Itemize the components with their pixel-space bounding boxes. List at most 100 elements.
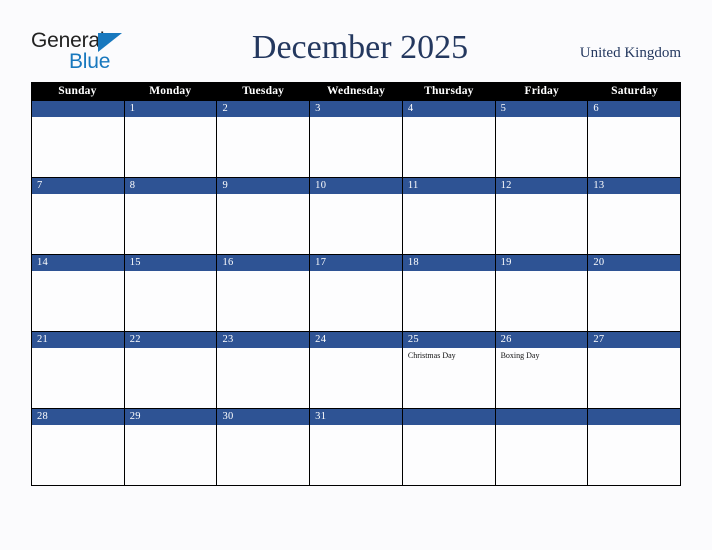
- calendar-day-cell-7[interactable]: 7: [32, 178, 125, 254]
- calendar-day-cell-17[interactable]: 17: [310, 255, 403, 331]
- date-bar: 10: [310, 178, 402, 194]
- weekday-header-monday: Monday: [149, 85, 192, 97]
- calendar-day-cell-8[interactable]: 8: [124, 178, 218, 254]
- calendar-week-row: 1 2 3 4 5 6: [31, 101, 682, 178]
- calendar-day-cell-empty[interactable]: [495, 409, 589, 485]
- date-number: 25: [407, 334, 419, 345]
- calendar-day-cell-3[interactable]: 3: [310, 101, 403, 177]
- date-number: 31: [315, 411, 327, 422]
- calendar-day-cell-20[interactable]: 20: [588, 255, 682, 331]
- calendar-day-cell-11[interactable]: 11: [402, 178, 496, 254]
- date-bar: 8: [124, 178, 217, 194]
- calendar-day-cell-31[interactable]: 31: [310, 409, 403, 485]
- calendar-day-cell-13[interactable]: 13: [588, 178, 682, 254]
- date-bar: 5: [495, 101, 588, 117]
- calendar-day-cell-12[interactable]: 12: [495, 178, 589, 254]
- date-bar: 19: [495, 255, 588, 271]
- date-number: 21: [37, 334, 49, 345]
- date-number: 26: [500, 334, 512, 345]
- calendar-day-cell-empty[interactable]: [402, 409, 496, 485]
- calendar-day-cell-22[interactable]: 22: [124, 332, 218, 408]
- date-bar: 21: [32, 332, 124, 348]
- date-bar: 24: [310, 332, 402, 348]
- date-bar: 17: [310, 255, 402, 271]
- date-bar: [588, 409, 681, 425]
- date-bar: 1: [124, 101, 217, 117]
- date-bar: [495, 409, 588, 425]
- calendar-day-cell-23[interactable]: 23: [217, 332, 311, 408]
- event-list: Christmas Day: [403, 348, 495, 361]
- calendar-day-cell-16[interactable]: 16: [217, 255, 311, 331]
- date-number: 28: [37, 411, 49, 422]
- calendar-day-cell-empty[interactable]: [32, 101, 125, 177]
- calendar-day-cell-15[interactable]: 15: [124, 255, 218, 331]
- date-bar: 20: [588, 255, 681, 271]
- calendar-day-cell-6[interactable]: 6: [588, 101, 682, 177]
- date-bar: 11: [402, 178, 495, 194]
- date-number: 7: [37, 180, 43, 191]
- weekday-header-thursday: Thursday: [424, 85, 474, 97]
- calendar-day-cell-14[interactable]: 14: [32, 255, 125, 331]
- calendar-week-row: 14 15 16 17 18 19 20: [31, 255, 682, 332]
- general-blue-logo[interactable]: General Blue: [31, 30, 151, 74]
- date-bar: 12: [495, 178, 588, 194]
- calendar-day-cell-10[interactable]: 10: [310, 178, 403, 254]
- calendar-day-cell-5[interactable]: 5: [495, 101, 589, 177]
- date-number: 19: [500, 257, 512, 268]
- date-number: 11: [407, 180, 419, 191]
- calendar-day-cell-26[interactable]: 26 Boxing Day: [495, 332, 589, 408]
- date-bar: 25: [402, 332, 495, 348]
- date-bar: [402, 409, 495, 425]
- date-number: 29: [129, 411, 141, 422]
- calendar-day-cell-27[interactable]: 27: [588, 332, 682, 408]
- date-bar: 7: [32, 178, 124, 194]
- date-number: 17: [315, 257, 327, 268]
- calendar-day-cell-4[interactable]: 4: [402, 101, 496, 177]
- page-header: General Blue December 2025 United Kingdo…: [0, 0, 712, 82]
- date-bar: 13: [588, 178, 681, 194]
- calendar-day-cell-24[interactable]: 24: [310, 332, 403, 408]
- date-bar: 15: [124, 255, 217, 271]
- date-bar: 27: [588, 332, 681, 348]
- weekday-header-friday: Friday: [524, 85, 559, 97]
- weekday-header-wednesday: Wednesday: [326, 85, 386, 97]
- calendar-day-cell-19[interactable]: 19: [495, 255, 589, 331]
- date-number: 22: [129, 334, 141, 345]
- date-number: 1: [129, 103, 136, 114]
- calendar-day-cell-empty[interactable]: [588, 409, 682, 485]
- date-bar: 29: [124, 409, 217, 425]
- calendar-day-cell-28[interactable]: 28: [32, 409, 125, 485]
- country-label: United Kingdom: [579, 45, 681, 61]
- weekday-header-saturday: Saturday: [611, 85, 659, 97]
- date-number: 24: [315, 334, 327, 345]
- logo-text-general: General: [31, 29, 105, 52]
- calendar-grid: Sunday Monday Tuesday Wednesday Thursday Frid…: [31, 82, 682, 486]
- holiday-label: Boxing Day: [500, 351, 540, 360]
- date-bar: 3: [310, 101, 402, 117]
- date-number: 20: [593, 257, 605, 268]
- date-bar: 14: [32, 255, 124, 271]
- calendar-day-cell-30[interactable]: 30: [217, 409, 311, 485]
- calendar-day-cell-25[interactable]: 25 Christmas Day: [402, 332, 496, 408]
- calendar-day-cell-29[interactable]: 29: [124, 409, 218, 485]
- date-number: 30: [222, 411, 234, 422]
- date-number: 14: [37, 257, 49, 268]
- weekday-header-sunday: Sunday: [58, 85, 97, 97]
- date-bar: 26: [495, 332, 588, 348]
- calendar-page: General Blue December 2025 United Kingdo…: [0, 0, 712, 550]
- calendar-day-cell-9[interactable]: 9: [217, 178, 311, 254]
- calendar-week-row: 28 29 30 31: [31, 409, 682, 486]
- date-bar: 30: [217, 409, 310, 425]
- date-number: 18: [407, 257, 419, 268]
- date-bar: 22: [124, 332, 217, 348]
- calendar-day-cell-21[interactable]: 21: [32, 332, 125, 408]
- calendar-day-cell-18[interactable]: 18: [402, 255, 496, 331]
- calendar-day-cell-2[interactable]: 2: [217, 101, 311, 177]
- date-number: 5: [500, 103, 507, 114]
- date-bar: 28: [32, 409, 124, 425]
- date-number: 2: [222, 103, 228, 114]
- date-bar: 6: [588, 101, 681, 117]
- calendar-day-cell-1[interactable]: 1: [124, 101, 218, 177]
- weekday-header-row: Sunday Monday Tuesday Wednesday Thursday Frid…: [31, 82, 681, 101]
- date-number: 3: [315, 103, 321, 114]
